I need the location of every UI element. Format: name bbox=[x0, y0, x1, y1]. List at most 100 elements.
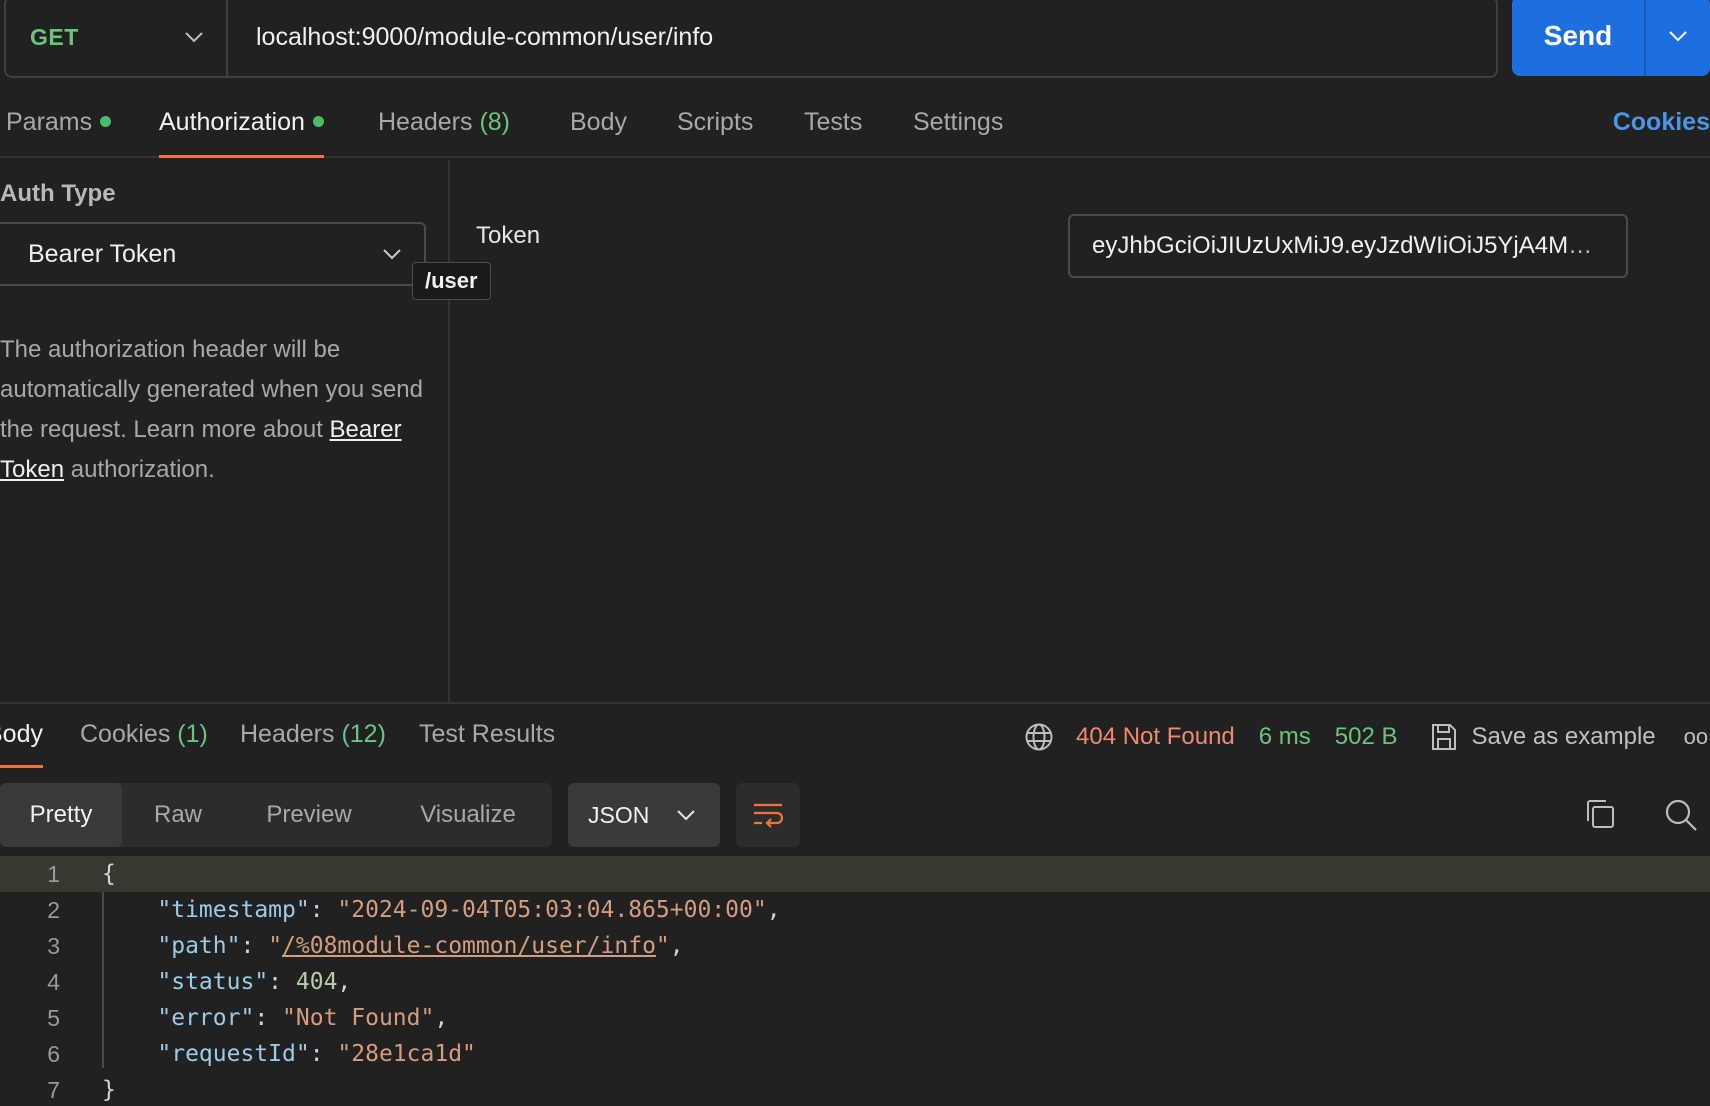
json-key: "path" bbox=[157, 933, 241, 959]
tab-authorization[interactable]: Authorization bbox=[159, 108, 324, 158]
json-key: "error" bbox=[157, 1005, 255, 1031]
wrap-lines-button[interactable] bbox=[736, 783, 800, 847]
headers-count: (8) bbox=[479, 108, 511, 136]
line-number: 4 bbox=[47, 968, 60, 995]
code-line: 7} bbox=[0, 1072, 1710, 1106]
code-line: 5 "error": "Not Found", bbox=[0, 1000, 1710, 1036]
token-value: eyJhbGciOiJIUzUxMiJ9.eyJzdWIiOiJ5YjA4M bbox=[1092, 232, 1569, 259]
chevron-down-icon bbox=[1669, 31, 1687, 42]
json-value: "2024-09-04T05:03:04.865+00:00" bbox=[337, 897, 767, 923]
response-meta: 404 Not Found 6 ms 502 B Save as example… bbox=[1024, 720, 1708, 754]
save-as-example-label: Save as example bbox=[1471, 723, 1656, 750]
line-number: 6 bbox=[47, 1040, 60, 1067]
indent-guide bbox=[102, 892, 104, 1068]
tab-authorization-label: Authorization bbox=[159, 108, 305, 136]
method-label: GET bbox=[30, 23, 79, 50]
auth-type-panel: Auth Type Bearer Token The authorization… bbox=[0, 160, 450, 702]
code-text: "timestamp": "2024-09-04T05:03:04.865+00… bbox=[157, 897, 781, 923]
response-tabs: Body Cookies (1) Headers (12) Test Resul… bbox=[0, 702, 1710, 768]
tab-headers-label: Headers bbox=[240, 720, 335, 748]
globe-icon[interactable] bbox=[1024, 722, 1054, 752]
auth-type-value: Bearer Token bbox=[28, 239, 177, 268]
code-line: 2 "timestamp": "2024-09-04T05:03:04.865+… bbox=[0, 892, 1710, 928]
active-dot bbox=[312, 116, 324, 127]
auth-type-label: Auth Type bbox=[0, 180, 116, 207]
tab-params[interactable]: Params bbox=[6, 108, 112, 156]
tab-scripts[interactable]: Scripts bbox=[677, 108, 753, 156]
code-text: "requestId": "28e1ca1d" bbox=[157, 1041, 476, 1067]
code-text: "status": 404, bbox=[157, 969, 352, 995]
code-line: 6 "requestId": "28e1ca1d" bbox=[0, 1036, 1710, 1072]
copy-button[interactable] bbox=[1584, 798, 1616, 835]
code-text: "path": "/%08module-common/user/info", bbox=[157, 933, 684, 959]
view-pretty[interactable]: Pretty bbox=[0, 783, 122, 847]
view-preview[interactable]: Preview bbox=[234, 783, 384, 847]
chevron-down-icon bbox=[185, 32, 203, 43]
tab-headers-label: Headers bbox=[378, 108, 473, 136]
code-text: { bbox=[102, 861, 116, 887]
tab-settings[interactable]: Settings bbox=[913, 108, 1003, 156]
more-options-icon[interactable]: oo bbox=[1684, 724, 1708, 750]
view-visualize[interactable]: Visualize bbox=[384, 783, 552, 847]
format-value: JSON bbox=[588, 801, 650, 828]
auth-description-end: authorization. bbox=[64, 456, 215, 483]
tab-response-cookies[interactable]: Cookies (1) bbox=[80, 720, 208, 768]
line-number: 3 bbox=[47, 932, 60, 959]
tab-response-body[interactable]: Body bbox=[0, 720, 43, 768]
code-line: 1{ bbox=[0, 856, 1710, 892]
json-key: "requestId" bbox=[157, 1041, 310, 1067]
code-text: } bbox=[102, 1077, 116, 1103]
view-raw[interactable]: Raw bbox=[122, 783, 234, 847]
send-button[interactable]: Send bbox=[1512, 0, 1646, 76]
copy-icon bbox=[1587, 800, 1614, 828]
send-button-group: Send bbox=[1512, 0, 1710, 76]
auth-description: The authorization header will be automat… bbox=[0, 330, 430, 490]
tab-headers[interactable]: Headers (8) bbox=[378, 108, 510, 156]
status-code[interactable]: 404 Not Found bbox=[1076, 723, 1235, 751]
cookies-link[interactable]: Cookies bbox=[1613, 108, 1710, 137]
save-as-example-button[interactable]: Save as example bbox=[1430, 722, 1656, 752]
cookies-count: (1) bbox=[177, 720, 208, 748]
code-line: 4 "status": 404, bbox=[0, 964, 1710, 1000]
json-value: "Not Found" bbox=[282, 1005, 435, 1031]
brace-close: } bbox=[102, 1077, 116, 1103]
tab-params-label: Params bbox=[6, 108, 93, 136]
code-text: "error": "Not Found", bbox=[157, 1005, 449, 1031]
tooltip: /user bbox=[412, 262, 491, 300]
tab-body[interactable]: Body bbox=[570, 108, 627, 156]
auth-type-select[interactable]: Bearer Token bbox=[0, 222, 426, 286]
token-label: Token bbox=[476, 222, 541, 249]
json-key: "status" bbox=[157, 969, 269, 995]
format-select[interactable]: JSON bbox=[568, 783, 720, 847]
json-key: "timestamp" bbox=[157, 897, 310, 923]
active-dot bbox=[100, 116, 112, 127]
brace-open: { bbox=[102, 861, 116, 887]
json-value: "28e1ca1d" bbox=[337, 1041, 476, 1067]
url-bar: GET localhost:9000/module-common/user/in… bbox=[4, 0, 1498, 78]
json-value: 404 bbox=[295, 969, 338, 995]
chevron-down-icon bbox=[677, 810, 695, 821]
tab-tests[interactable]: Tests bbox=[804, 108, 862, 156]
url-input[interactable]: localhost:9000/module-common/user/info bbox=[228, 23, 713, 52]
tab-test-results[interactable]: Test Results bbox=[419, 720, 555, 768]
line-number: 7 bbox=[47, 1076, 60, 1103]
method-select[interactable]: GET bbox=[6, 0, 228, 76]
request-tabs: Params Authorization Headers (8) Body Sc… bbox=[0, 98, 1710, 158]
response-time[interactable]: 6 ms bbox=[1259, 723, 1311, 751]
token-input[interactable]: eyJhbGciOiJIUzUxMiJ9.eyJzdWIiOiJ5YjA4M… bbox=[1068, 214, 1628, 278]
save-icon bbox=[1431, 724, 1456, 750]
response-body-editor[interactable]: 1{ 2 "timestamp": "2024-09-04T05:03:04.8… bbox=[0, 856, 1710, 1106]
line-number: 1 bbox=[47, 860, 60, 887]
code-line: 3 "path": "/%08module-common/user/info", bbox=[0, 928, 1710, 964]
ellipsis-icon: … bbox=[1568, 232, 1593, 259]
json-path-link[interactable]: /%08module-common/user/info bbox=[282, 933, 656, 959]
headers-count: (12) bbox=[341, 720, 386, 748]
search-button[interactable] bbox=[1664, 798, 1698, 837]
line-number: 2 bbox=[47, 896, 60, 923]
wrap-lines-icon bbox=[754, 803, 784, 828]
tab-response-headers[interactable]: Headers (12) bbox=[240, 720, 386, 768]
send-options-button[interactable] bbox=[1646, 0, 1710, 76]
response-size[interactable]: 502 B bbox=[1335, 723, 1398, 751]
view-mode-selector: Pretty Raw Preview Visualize bbox=[0, 783, 552, 847]
search-icon bbox=[1665, 799, 1697, 831]
